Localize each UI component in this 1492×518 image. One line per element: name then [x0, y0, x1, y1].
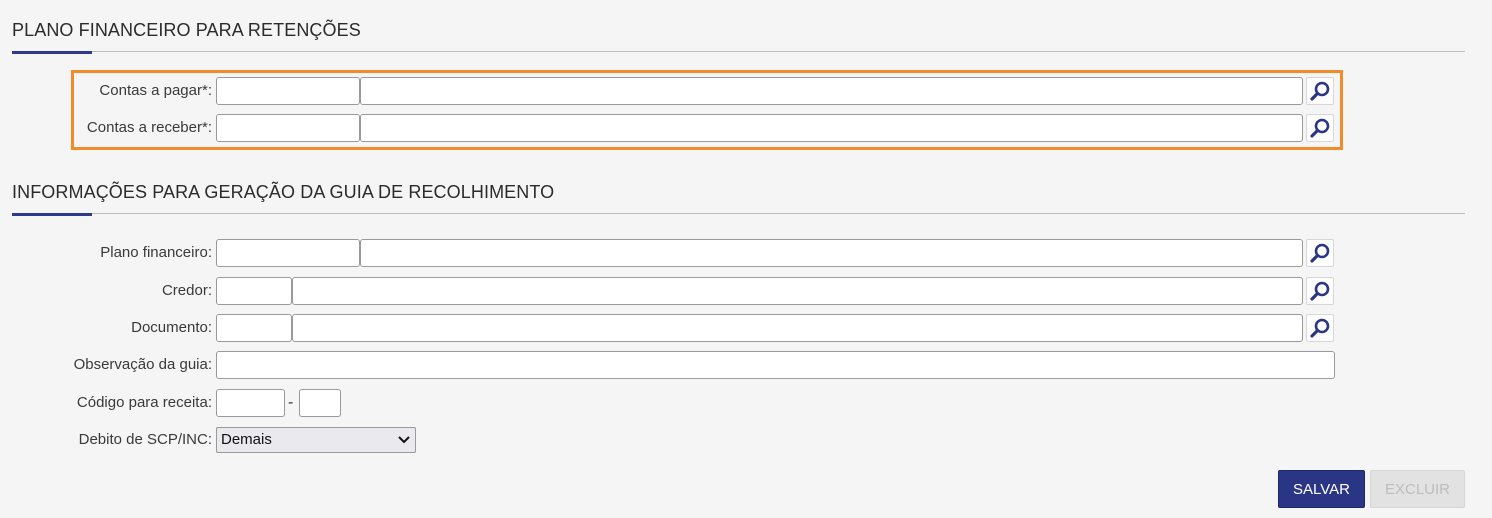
documento-code-input[interactable]	[216, 314, 292, 342]
debito-scp-selected-value: Demais	[221, 431, 272, 448]
contas-receber-desc-input[interactable]	[360, 114, 1303, 142]
search-icon	[1310, 281, 1330, 301]
search-icon	[1310, 118, 1330, 138]
credor-lookup-button[interactable]	[1306, 277, 1334, 305]
section-divider	[12, 51, 1465, 52]
codigo-receita-part2-input[interactable]	[299, 389, 341, 417]
plano-financeiro-code-input[interactable]	[216, 239, 360, 267]
save-button[interactable]: SALVAR	[1278, 470, 1365, 508]
plano-financeiro-desc-input[interactable]	[360, 239, 1303, 267]
documento-desc-input[interactable]	[292, 314, 1303, 342]
codigo-receita-part1-input[interactable]	[216, 389, 285, 417]
codigo-receita-separator: -	[288, 394, 294, 411]
search-icon	[1310, 81, 1330, 101]
credor-label: Credor:	[161, 282, 212, 299]
documento-label: Documento:	[131, 319, 212, 336]
search-icon	[1310, 243, 1330, 263]
section-title-retencoes: PLANO FINANCEIRO PARA RETENÇÕES	[12, 20, 361, 40]
search-icon	[1310, 318, 1330, 338]
chevron-down-icon	[398, 436, 410, 444]
section-accent-bar	[12, 213, 92, 216]
observacao-label: Observação da guia:	[73, 356, 212, 373]
contas-pagar-lookup-button[interactable]	[1306, 77, 1334, 105]
plano-financeiro-label: Plano financeiro:	[100, 244, 212, 261]
contas-receber-lookup-button[interactable]	[1306, 114, 1334, 142]
codigo-receita-label: Código para receita:	[76, 394, 212, 411]
credor-code-input[interactable]	[216, 277, 292, 305]
contas-receber-code-input[interactable]	[216, 114, 360, 142]
observacao-input[interactable]	[216, 351, 1335, 379]
contas-pagar-desc-input[interactable]	[360, 77, 1303, 105]
section-divider	[12, 213, 1465, 214]
debito-scp-label: Debito de SCP/INC:	[78, 431, 212, 448]
section-accent-bar	[12, 51, 92, 54]
debito-scp-select[interactable]: Demais	[216, 427, 416, 453]
documento-lookup-button[interactable]	[1306, 314, 1334, 342]
contas-receber-label: Contas a receber*:	[86, 119, 212, 136]
contas-pagar-code-input[interactable]	[216, 77, 360, 105]
plano-financeiro-lookup-button[interactable]	[1306, 239, 1334, 267]
credor-desc-input[interactable]	[292, 277, 1303, 305]
contas-pagar-label: Contas a pagar*:	[99, 82, 212, 99]
section-title-guia: INFORMAÇÕES PARA GERAÇÃO DA GUIA DE RECO…	[12, 182, 555, 202]
delete-button[interactable]: EXCLUIR	[1370, 470, 1465, 508]
